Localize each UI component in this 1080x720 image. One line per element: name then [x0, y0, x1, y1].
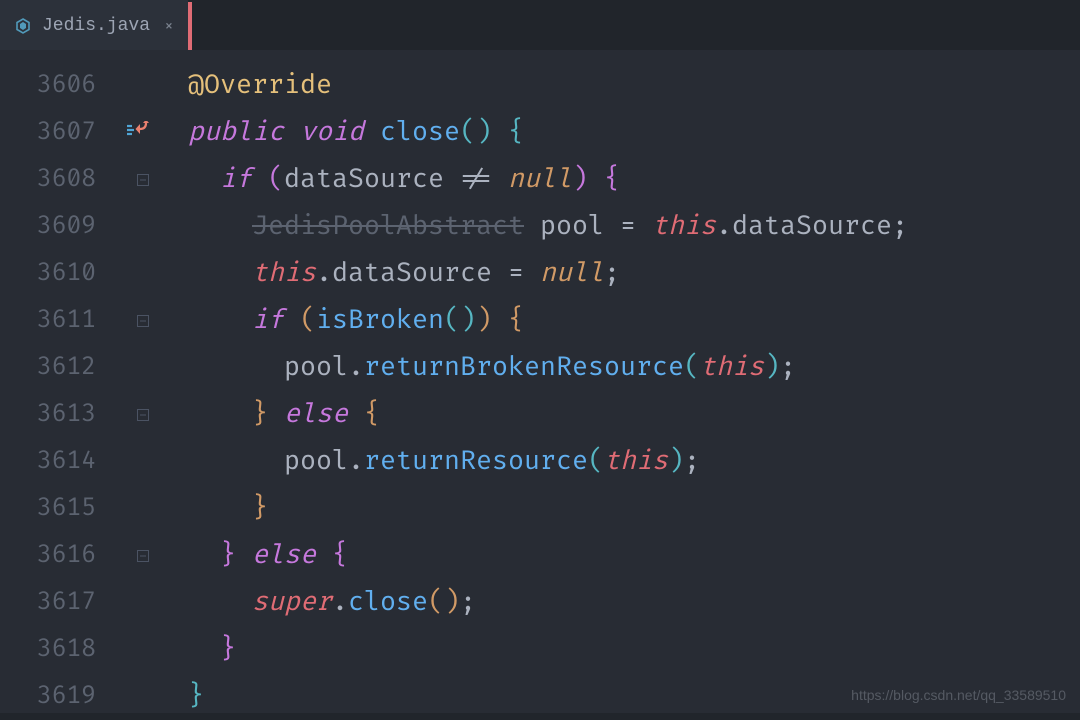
fold-minus-icon[interactable] [136, 314, 150, 328]
fold-minus-icon[interactable] [136, 408, 150, 422]
watermark-text: https://blog.csdn.net/qq_33589510 [851, 687, 1066, 703]
tab-bar: Jedis.java × [0, 0, 1080, 50]
fold-minus-icon[interactable] [136, 173, 150, 187]
line-number: 3607 [0, 109, 108, 156]
fold-minus-icon[interactable] [136, 549, 150, 563]
line-number: 3608 [0, 156, 108, 203]
line-number: 3606 [0, 62, 108, 109]
code-line: public void close() { [168, 109, 1080, 156]
editor-tab[interactable]: Jedis.java × [0, 0, 188, 50]
code-line: if (isBroken()) { [168, 297, 1080, 344]
line-number: 3615 [0, 485, 108, 532]
tab-active-indicator [188, 2, 192, 50]
line-number: 3612 [0, 344, 108, 391]
line-number-gutter: 3606 3607 3608 3609 3610 3611 3612 3613 … [0, 50, 108, 713]
java-file-icon [14, 17, 32, 35]
override-implements-icon[interactable] [127, 121, 149, 144]
code-line: } else { [168, 532, 1080, 579]
code-line: JedisPoolAbstract pool = this.dataSource… [168, 203, 1080, 250]
code-line: } else { [168, 391, 1080, 438]
line-number: 3611 [0, 297, 108, 344]
line-number: 3616 [0, 532, 108, 579]
line-number: 3609 [0, 203, 108, 250]
tab-filename: Jedis.java [42, 16, 150, 36]
code-line: pool.returnResource(this); [168, 438, 1080, 485]
code-line: this.dataSource = null; [168, 250, 1080, 297]
code-line: @Override [168, 62, 1080, 109]
line-number: 3614 [0, 438, 108, 485]
code-line: } [168, 626, 1080, 673]
editor-pane: 3606 3607 3608 3609 3610 3611 3612 3613 … [0, 50, 1080, 713]
gutter-icon-column [108, 50, 168, 713]
close-icon[interactable]: × [164, 16, 174, 36]
line-number: 3617 [0, 579, 108, 626]
line-number: 3613 [0, 391, 108, 438]
code-editor[interactable]: @Override public void close() { if (data… [168, 50, 1080, 713]
line-number: 3610 [0, 250, 108, 297]
line-number: 3618 [0, 626, 108, 673]
code-line: pool.returnBrokenResource(this); [168, 344, 1080, 391]
code-line: } [168, 485, 1080, 532]
code-line: if (dataSource != null) { [168, 156, 1080, 203]
code-line: super.close(); [168, 579, 1080, 626]
